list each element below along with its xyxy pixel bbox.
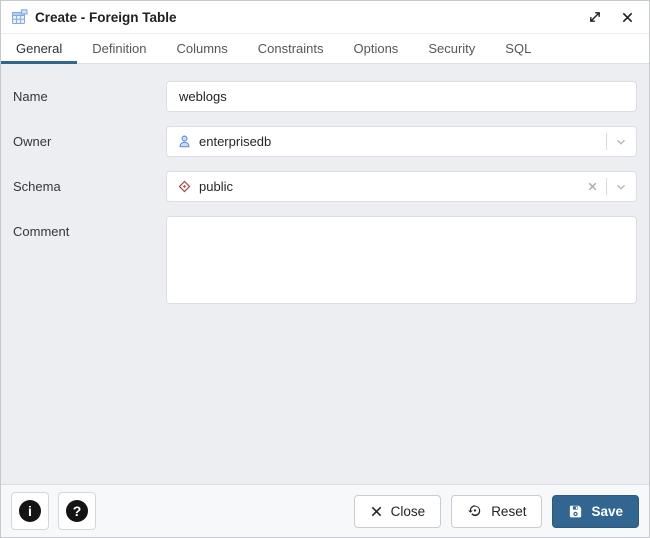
close-button-label: Close bbox=[391, 504, 426, 519]
reset-icon bbox=[467, 503, 483, 519]
reset-button[interactable]: Reset bbox=[451, 495, 542, 528]
schema-label: Schema bbox=[13, 171, 166, 202]
clear-icon[interactable] bbox=[586, 180, 599, 193]
tab-options[interactable]: Options bbox=[339, 34, 414, 63]
help-button[interactable]: ? bbox=[58, 492, 96, 530]
schema-value: public bbox=[199, 179, 233, 194]
close-icon[interactable] bbox=[617, 7, 637, 27]
close-x-icon bbox=[370, 505, 383, 518]
comment-row: Comment bbox=[13, 216, 637, 309]
chevron-down-icon[interactable] bbox=[614, 180, 628, 194]
name-input[interactable] bbox=[166, 81, 637, 112]
dialog-titlebar: Create - Foreign Table bbox=[1, 1, 649, 34]
owner-value: enterprisedb bbox=[199, 134, 271, 149]
save-button-label: Save bbox=[591, 504, 623, 519]
tab-security[interactable]: Security bbox=[413, 34, 490, 63]
info-icon: i bbox=[19, 500, 41, 522]
comment-label: Comment bbox=[13, 216, 166, 309]
reset-button-label: Reset bbox=[491, 504, 526, 519]
tab-columns[interactable]: Columns bbox=[161, 34, 242, 63]
comment-textarea[interactable] bbox=[166, 216, 637, 304]
dialog-title: Create - Foreign Table bbox=[35, 10, 177, 25]
dialog-footer: i ? Close Reset bbox=[1, 484, 649, 537]
general-tab-panel: Name Owner enterprisedb bbox=[1, 64, 649, 484]
select-separator bbox=[606, 178, 607, 195]
select-separator bbox=[606, 133, 607, 150]
save-button[interactable]: Save bbox=[552, 495, 639, 528]
save-icon bbox=[568, 504, 583, 519]
schema-row: Schema public bbox=[13, 171, 637, 202]
expand-icon[interactable] bbox=[585, 7, 605, 27]
dialog-tabs: General Definition Columns Constraints O… bbox=[1, 34, 649, 64]
name-label: Name bbox=[13, 81, 166, 112]
owner-select[interactable]: enterprisedb bbox=[166, 126, 637, 157]
schema-icon bbox=[177, 179, 192, 194]
name-row: Name bbox=[13, 81, 637, 112]
user-icon bbox=[177, 134, 192, 149]
tab-sql[interactable]: SQL bbox=[490, 34, 546, 63]
tab-definition[interactable]: Definition bbox=[77, 34, 161, 63]
close-button[interactable]: Close bbox=[354, 495, 442, 528]
sql-info-button[interactable]: i bbox=[11, 492, 49, 530]
foreign-table-icon bbox=[11, 9, 28, 26]
tab-constraints[interactable]: Constraints bbox=[243, 34, 339, 63]
question-icon: ? bbox=[66, 500, 88, 522]
create-foreign-table-dialog: Create - Foreign Table General Definitio… bbox=[0, 0, 650, 538]
chevron-down-icon[interactable] bbox=[614, 135, 628, 149]
schema-select[interactable]: public bbox=[166, 171, 637, 202]
owner-row: Owner enterprisedb bbox=[13, 126, 637, 157]
tab-general[interactable]: General bbox=[1, 34, 77, 63]
owner-label: Owner bbox=[13, 126, 166, 157]
